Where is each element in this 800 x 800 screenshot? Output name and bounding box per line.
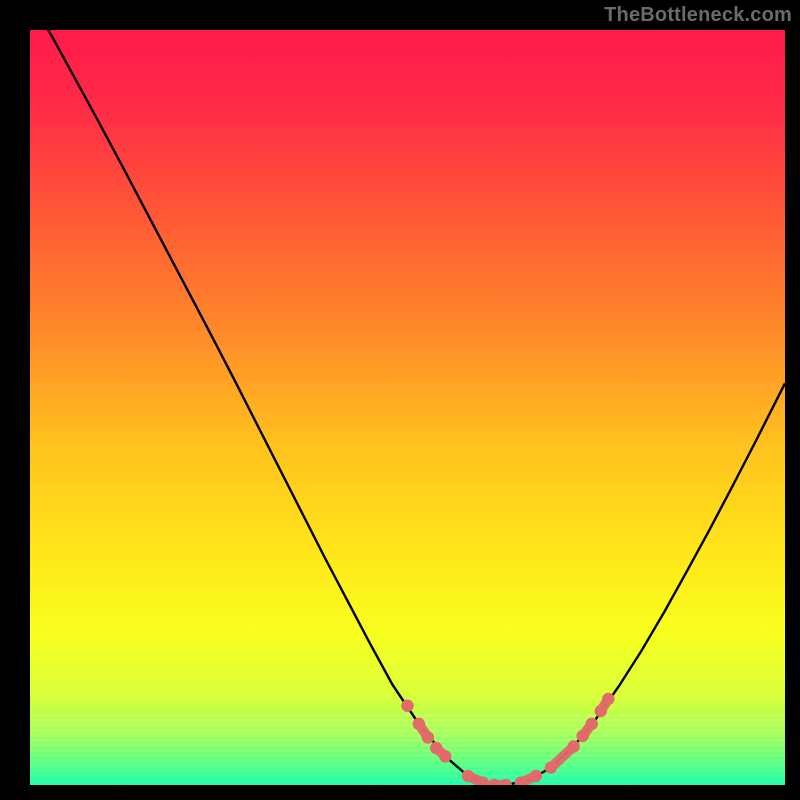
highlight-dot (422, 731, 434, 743)
highlight-dot (488, 779, 500, 791)
chart-stage: TheBottleneck.com (0, 0, 800, 800)
highlight-dot (530, 770, 542, 782)
plot-background (30, 30, 785, 785)
highlight-dot (401, 700, 413, 712)
highlight-dot (576, 730, 588, 742)
watermark-text: TheBottleneck.com (604, 4, 792, 27)
highlight-dot (545, 761, 557, 773)
highlight-dot (499, 779, 511, 791)
chart-svg (0, 0, 800, 800)
highlight-dot (586, 718, 598, 730)
highlight-dot (413, 718, 425, 730)
highlight-dot (477, 777, 489, 789)
highlight-dot (462, 770, 474, 782)
highlight-dot (595, 705, 607, 717)
highlight-dot (515, 777, 527, 789)
highlight-dot (439, 750, 451, 762)
highlight-dot (567, 740, 579, 752)
highlight-dot (602, 693, 614, 705)
